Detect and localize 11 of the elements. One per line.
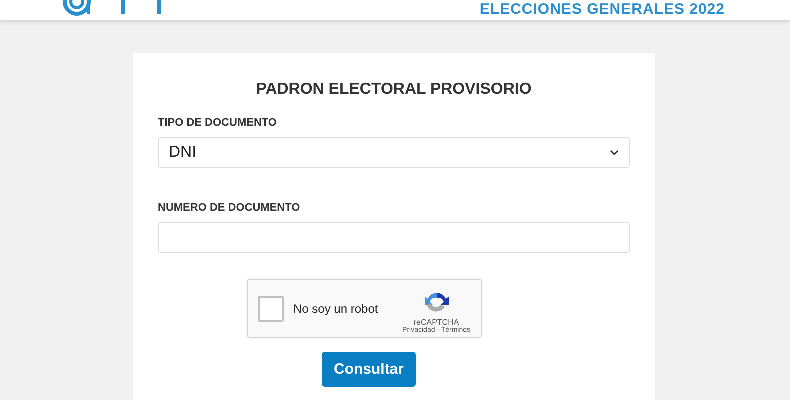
captcha-checkbox[interactable] [258,296,284,322]
captcha-brand: reCAPTCHA [414,318,460,326]
document-number-field[interactable] [158,222,630,253]
field-label: NUMERO DE DOCUMENTO [158,202,302,214]
captcha-label: No soy un robot [294,302,380,316]
field-label: TIPO DE DOCUMENTO [158,117,278,129]
submit-button[interactable]: Consultar [322,352,416,387]
form-title: PADRON ELECTORAL PROVISORIO [255,81,533,99]
document-type-select[interactable]: DNI [158,137,630,168]
caret-icon [610,150,619,156]
site-title: ELECCIONES GENERALES 2022 [480,2,725,18]
